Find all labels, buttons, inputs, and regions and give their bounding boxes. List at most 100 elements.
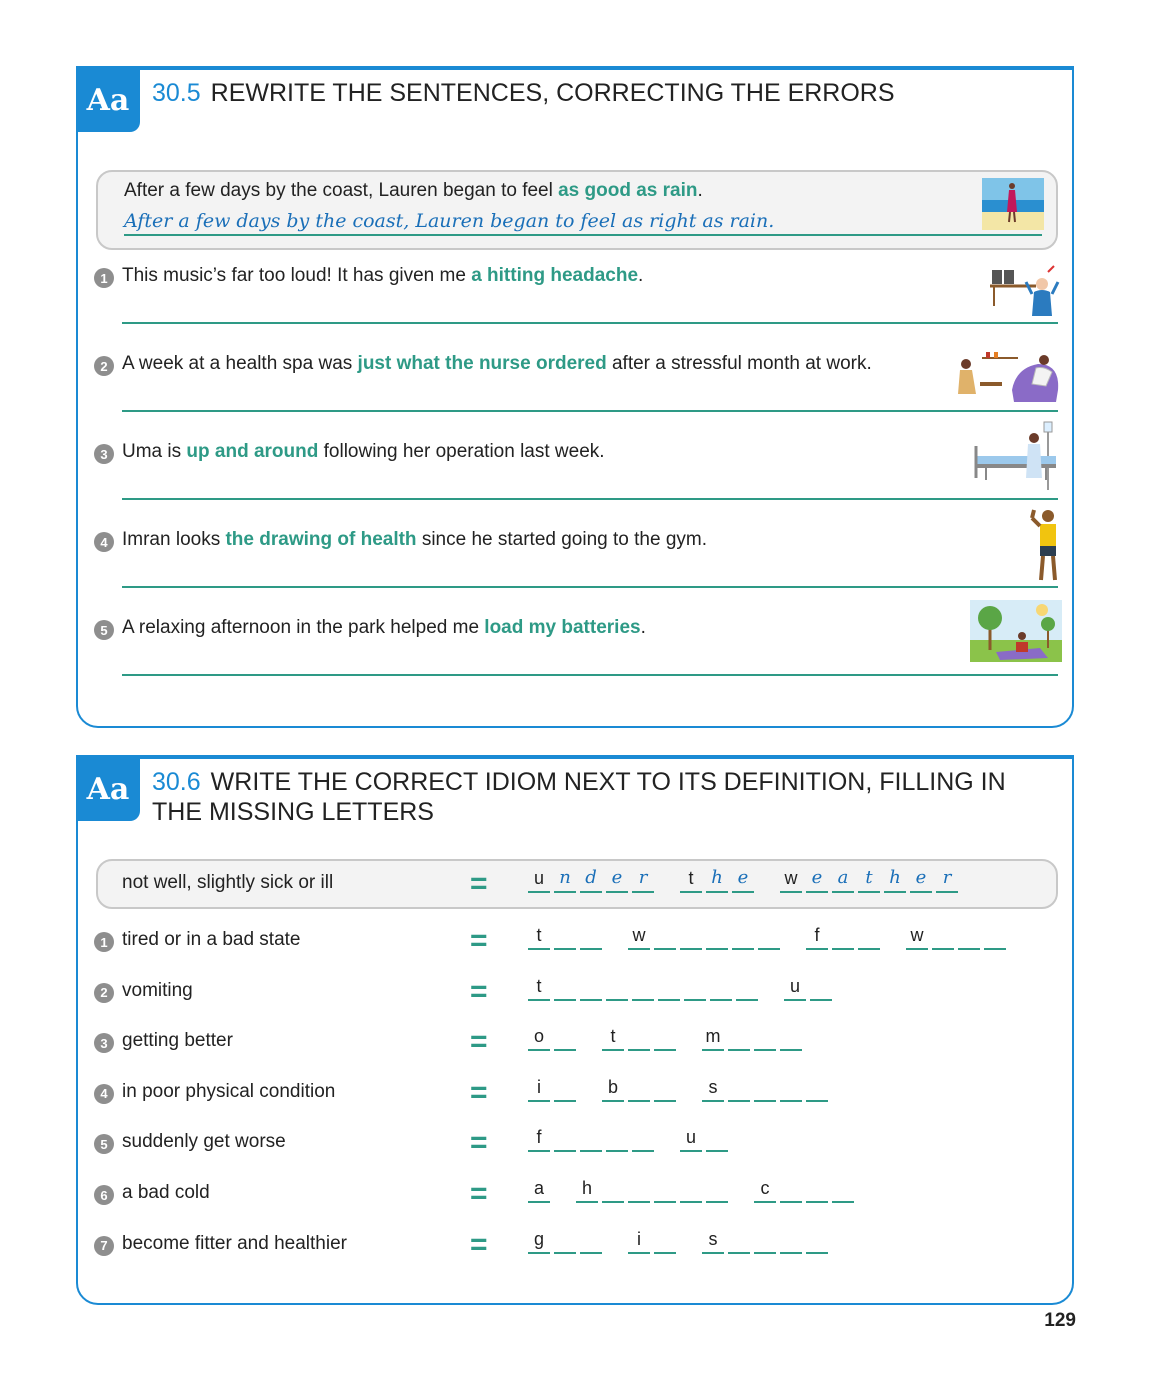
blank-letter-slot[interactable] (832, 924, 854, 950)
blank-letter-slot[interactable] (554, 1126, 576, 1153)
letter-slot: a (528, 1177, 550, 1203)
blank-letter-slot[interactable] (654, 924, 676, 950)
letter-slot: s (702, 1228, 724, 1254)
blank-letter-slot[interactable] (706, 1177, 728, 1203)
blank-letter-slot[interactable] (932, 924, 954, 950)
blank-letter-slot[interactable] (680, 1177, 702, 1203)
blank-letter-slot[interactable] (654, 1228, 676, 1254)
equals-sign: = (470, 1126, 488, 1160)
idiom-word: w (628, 924, 784, 950)
blank-letter-slot[interactable] (602, 1177, 624, 1203)
blank-letter-slot[interactable] (580, 1228, 602, 1254)
example-definition: not well, slightly sick or ill (122, 872, 334, 893)
blank-letter-slot[interactable] (710, 975, 732, 1001)
item-number: 3 (94, 1033, 114, 1054)
blank-letter-slot[interactable] (632, 1126, 654, 1153)
blank-letter-slot[interactable] (732, 924, 754, 950)
blank-letter-slot[interactable] (984, 924, 1006, 950)
blank-letter-slot[interactable] (580, 924, 602, 950)
idiom-word: a (528, 1177, 554, 1203)
blank-letter-slot[interactable] (554, 924, 576, 950)
blank-letter-slot[interactable] (706, 924, 728, 950)
blank-letter-slot[interactable] (554, 1228, 576, 1254)
blank-letter-slot[interactable] (858, 924, 880, 950)
item-number: 5 (94, 1134, 114, 1155)
idiom-word: f (806, 924, 884, 950)
blank-letter-slot[interactable] (806, 1228, 828, 1254)
blank-letter-slot[interactable] (706, 1126, 728, 1153)
blank-letter-slot[interactable] (780, 1076, 802, 1102)
letter-slot: f (806, 924, 828, 950)
blank-letter-slot[interactable] (754, 1025, 776, 1052)
idiom-letters: ibs (528, 1076, 854, 1102)
blank-letter-slot[interactable] (580, 975, 602, 1001)
idiom-letters: otm (528, 1025, 828, 1052)
item-number: 2 (94, 982, 114, 1003)
blank-letter-slot[interactable] (632, 975, 654, 1001)
equals-sign: = (470, 1177, 488, 1210)
blank-letter-slot[interactable] (758, 924, 780, 950)
definition-text: in poor physical condition (122, 1080, 336, 1102)
blank-letter-slot[interactable] (780, 1025, 802, 1052)
blank-letter-slot[interactable] (580, 1126, 602, 1153)
equals-sign: = (470, 1227, 488, 1261)
blank-letter-slot[interactable] (958, 924, 980, 950)
blank-letter-slot[interactable] (606, 1126, 628, 1153)
idiom-letters: ah c (528, 1177, 880, 1203)
equals-sign: = (470, 974, 488, 1008)
blank-letter-slot[interactable] (554, 1025, 576, 1052)
error-phrase: the drawing of health (225, 529, 417, 550)
blank-letter-slot[interactable] (754, 1076, 776, 1102)
loud-music-illustration (990, 265, 1060, 316)
blank-letter-slot[interactable] (810, 975, 832, 1001)
exercise-number: 30.6 (152, 768, 201, 796)
blank-letter-slot[interactable] (806, 1076, 828, 1102)
blank-letter-slot[interactable] (658, 975, 680, 1001)
letter-slot: t (528, 975, 550, 1001)
sentence-text: . (640, 617, 646, 638)
sentence-text: since he started going to the gym. (416, 529, 707, 550)
blank-letter-slot[interactable] (780, 1228, 802, 1254)
blank-letter-slot[interactable] (728, 1228, 750, 1254)
blank-letter-slot[interactable] (780, 1177, 802, 1203)
idiom-word: o (528, 1025, 580, 1052)
sentence-text: . (697, 180, 703, 201)
answer-line (122, 322, 1058, 324)
blank-letter-slot[interactable] (628, 1076, 650, 1102)
sentence-text: Uma is (122, 441, 187, 462)
item-sentence: This music’s far too loud! It has given … (122, 265, 643, 287)
idiom-word: under (528, 867, 658, 893)
blank-letter-slot[interactable] (654, 1177, 676, 1203)
exercise-title: 30.6 WRITE THE CORRECT IDIOM NEXT TO ITS … (152, 767, 1032, 827)
blank-letter-slot[interactable] (832, 1177, 854, 1203)
letter-slot: m (702, 1025, 724, 1052)
sentence-text: This music’s far too loud! It has given … (122, 265, 472, 286)
sentence-text: after a stressful month at work. (606, 353, 872, 374)
blank-letter-slot[interactable] (628, 1177, 650, 1203)
blank-letter-slot[interactable] (754, 1228, 776, 1254)
blank-letter-slot[interactable] (680, 924, 702, 950)
blank-letter-slot[interactable] (554, 1076, 576, 1102)
blank-letter-slot[interactable] (728, 1025, 750, 1052)
blank-letter-slot[interactable] (654, 1025, 676, 1052)
exercise-heading: REWRITE THE SENTENCES, CORRECTING THE ER… (210, 79, 895, 107)
exercise-title: 30.5 REWRITE THE SENTENCES, CORRECTING TH… (152, 78, 1032, 108)
answer-line (122, 674, 1058, 676)
blank-letter-slot[interactable] (736, 975, 758, 1001)
equals-sign: = (470, 867, 488, 900)
blank-letter-slot[interactable] (806, 1177, 828, 1203)
blank-letter-slot[interactable] (684, 975, 706, 1001)
idiom-word: s (702, 1076, 832, 1102)
blank-letter-slot[interactable] (628, 1025, 650, 1052)
item-number: 1 (94, 268, 114, 288)
blank-letter-slot[interactable] (654, 1076, 676, 1102)
example-sentence: After a few days by the coast, Lauren be… (124, 180, 703, 202)
item-sentence: Uma is up and around following her opera… (122, 441, 605, 463)
blank-letter-slot[interactable] (606, 975, 628, 1001)
item-number: 2 (94, 356, 114, 376)
blank-letter-slot[interactable] (728, 1076, 750, 1102)
blank-letter-slot[interactable] (554, 975, 576, 1001)
letter-slot: i (528, 1076, 550, 1102)
letter-slot: r (632, 867, 654, 893)
sentence-text: . (638, 265, 644, 286)
